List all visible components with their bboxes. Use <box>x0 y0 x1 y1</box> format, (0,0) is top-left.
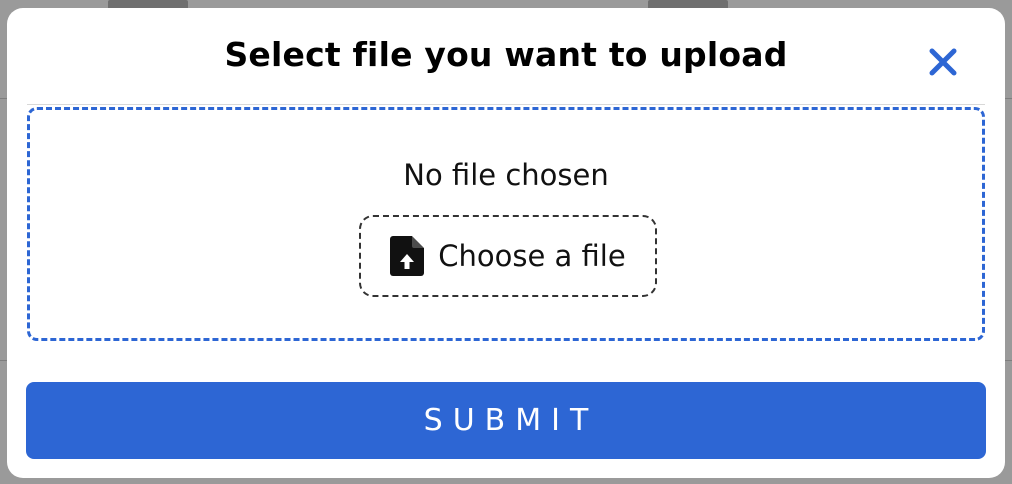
file-upload-icon <box>390 236 425 276</box>
choose-file-label: Choose a file <box>438 239 626 273</box>
submit-button[interactable]: SUBMIT <box>26 382 986 459</box>
close-icon <box>928 47 958 81</box>
file-status-text: No file chosen <box>403 158 609 192</box>
header-divider <box>27 104 985 105</box>
upload-modal: Select file you want to upload No file c… <box>7 8 1005 478</box>
choose-file-button[interactable]: Choose a file <box>359 215 657 297</box>
file-dropzone[interactable]: No file chosen Choose a file <box>27 107 985 341</box>
close-button[interactable] <box>925 46 961 82</box>
submit-label: SUBMIT <box>423 403 599 438</box>
modal-title: Select file you want to upload <box>224 35 788 74</box>
